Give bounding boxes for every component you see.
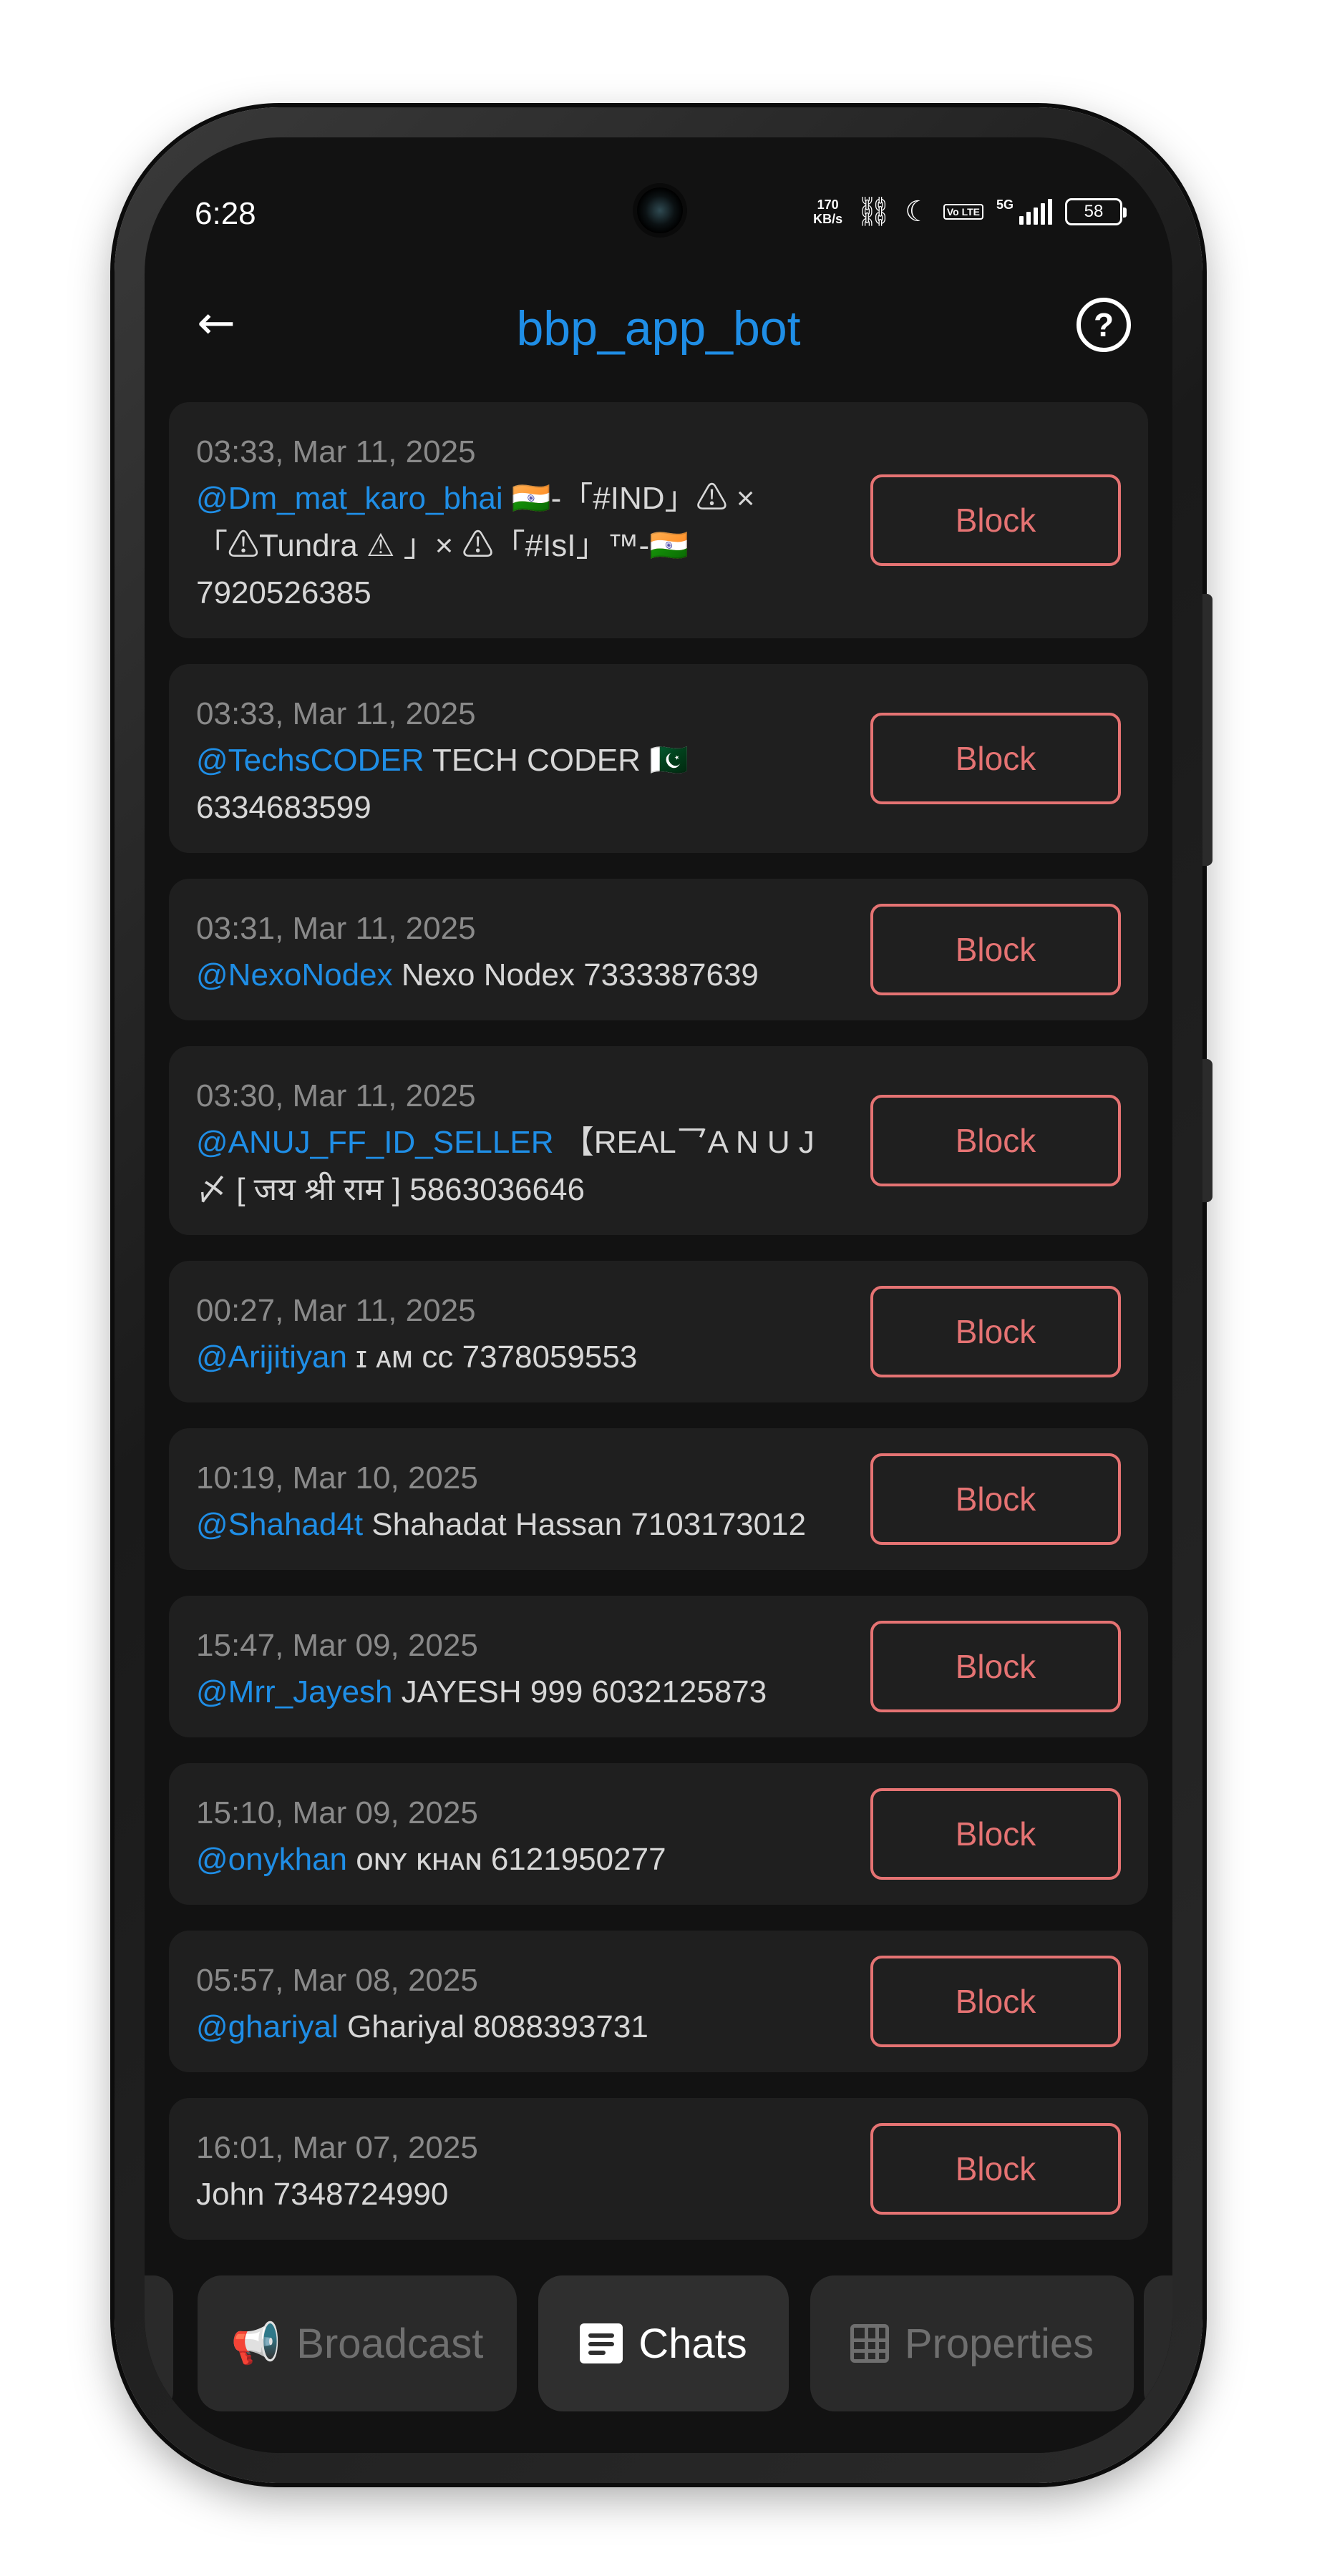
chat-info: @Mrr_Jayesh JAYESH 999 6032125873 (196, 1669, 833, 1716)
chat-user-id: 7378059553 (462, 1340, 638, 1375)
screen: 6:28 170 KB/s ⛓ ☾ Vo LTE 5G 58 ← bbp_app (145, 137, 1172, 2453)
link-icon: ⛓ (855, 195, 892, 228)
chat-time: 03:31, Mar 11, 2025 (196, 911, 476, 946)
nav-chats[interactable]: Chats (538, 2275, 789, 2411)
chat-username[interactable]: @Dm_mat_karo_bhai (196, 481, 503, 516)
chat-display-name: John (196, 2177, 265, 2212)
chat-card: 03:31, Mar 11, 2025 @NexoNodex Nexo Node… (169, 879, 1148, 1020)
app-header: ← bbp_app_bot ? (145, 273, 1172, 374)
chat-list[interactable]: 03:33, Mar 11, 2025 @Dm_mat_karo_bhai 🇮🇳… (169, 402, 1148, 2284)
chat-time: 16:01, Mar 07, 2025 (196, 2130, 478, 2165)
phone-frame: 6:28 170 KB/s ⛓ ☾ Vo LTE 5G 58 ← bbp_app (115, 107, 1212, 2483)
chat-display-name: TECH CODER 🇵🇰 (432, 743, 689, 778)
chat-time: 03:33, Mar 11, 2025 (196, 696, 476, 731)
chat-username[interactable]: @NexoNodex (196, 957, 393, 992)
chat-username[interactable]: @TechsCODER (196, 743, 424, 778)
chat-card: 15:10, Mar 09, 2025 @onykhan ᴏɴʏ ᴋʜᴀɴ 61… (169, 1763, 1148, 1905)
chat-user-id: 8088393731 (473, 2009, 648, 2044)
chat-username[interactable]: @ANUJ_FF_ID_SELLER (196, 1125, 554, 1160)
block-button[interactable]: Block (870, 904, 1121, 995)
chat-info: John 7348724990 (196, 2171, 833, 2218)
block-button[interactable]: Block (870, 1956, 1121, 2047)
status-icons: 170 KB/s ⛓ ☾ Vo LTE 5G 58 (813, 195, 1127, 228)
chat-user-id: 7348724990 (273, 2177, 449, 2212)
chat-username[interactable]: @onykhan (196, 1842, 347, 1877)
chat-user-id: 7920526385 (196, 575, 371, 610)
nav-overflow-left[interactable] (145, 2275, 173, 2411)
nav-properties-label: Properties (904, 2320, 1094, 2367)
volume-button (1202, 594, 1212, 866)
chat-display-name: ɪ ᴀᴍ ᴄᴄ (356, 1340, 454, 1375)
network-speed: 170 KB/s (813, 197, 843, 226)
chat-info: @onykhan ᴏɴʏ ᴋʜᴀɴ 6121950277 (196, 1836, 833, 1883)
nav-overflow-right[interactable] (1144, 2275, 1172, 2411)
status-bar: 6:28 170 KB/s ⛓ ☾ Vo LTE 5G 58 (145, 137, 1172, 273)
nav-broadcast-label: Broadcast (296, 2320, 484, 2367)
block-button[interactable]: Block (870, 1788, 1121, 1880)
megaphone-icon: 📢 (230, 2321, 281, 2366)
chat-username[interactable]: @ghariyal (196, 2009, 339, 2044)
nav-properties[interactable]: Properties (810, 2275, 1134, 2411)
chat-display-name: JAYESH 999 (401, 1674, 583, 1709)
grid-icon (850, 2324, 889, 2363)
chat-info: @TechsCODER TECH CODER 🇵🇰 6334683599 (196, 737, 833, 831)
chat-username[interactable]: @Mrr_Jayesh (196, 1674, 393, 1709)
chat-time: 15:47, Mar 09, 2025 (196, 1628, 478, 1663)
chat-user-id: 7333387639 (583, 957, 759, 992)
nav-broadcast[interactable]: 📢 Broadcast (198, 2275, 517, 2411)
block-button[interactable]: Block (870, 474, 1121, 566)
block-button[interactable]: Block (870, 713, 1121, 804)
chat-user-id: 6334683599 (196, 790, 371, 825)
status-time: 6:28 (195, 196, 256, 231)
help-circle-icon: ? (1093, 306, 1114, 343)
chat-time: 05:57, Mar 08, 2025 (196, 1963, 478, 1998)
chat-info: @ghariyal Ghariyal 8088393731 (196, 2004, 833, 2051)
help-button[interactable]: ? (1077, 298, 1131, 352)
chat-display-name: Shahadat Hassan (371, 1507, 623, 1542)
chat-username[interactable]: @Shahad4t (196, 1507, 363, 1542)
block-button[interactable]: Block (870, 1095, 1121, 1186)
block-button[interactable]: Block (870, 1453, 1121, 1545)
block-button[interactable]: Block (870, 1286, 1121, 1377)
nav-chats-label: Chats (638, 2320, 747, 2367)
moon-icon: ☾ (904, 195, 930, 228)
chat-info: @Dm_mat_karo_bhai 🇮🇳-「#IND」⚠ ×「⚠Tundra ⚠… (196, 475, 833, 617)
chat-time: 03:33, Mar 11, 2025 (196, 434, 476, 469)
volte-badge: Vo LTE (943, 204, 983, 220)
chat-info: @Arijitiyan ɪ ᴀᴍ ᴄᴄ 7378059553 (196, 1334, 833, 1381)
chat-user-id: 7103173012 (631, 1507, 807, 1542)
bottom-nav: 📢 Broadcast Chats Properties (145, 2255, 1172, 2453)
chat-card: 05:57, Mar 08, 2025 @ghariyal Ghariyal 8… (169, 1931, 1148, 2072)
chat-card: 10:19, Mar 10, 2025 @Shahad4t Shahadat H… (169, 1428, 1148, 1570)
chat-display-name: ᴏɴʏ ᴋʜᴀɴ (356, 1842, 482, 1877)
chat-card: 03:33, Mar 11, 2025 @Dm_mat_karo_bhai 🇮🇳… (169, 402, 1148, 638)
chat-card: 03:30, Mar 11, 2025 @ANUJ_FF_ID_SELLER 【… (169, 1046, 1148, 1235)
block-button[interactable]: Block (870, 1621, 1121, 1712)
signal-icon (1019, 199, 1052, 225)
chat-card: 03:33, Mar 11, 2025 @TechsCODER TECH COD… (169, 664, 1148, 853)
chat-user-id: 6032125873 (591, 1674, 767, 1709)
chat-card: 16:01, Mar 07, 2025 John 7348724990 Bloc… (169, 2098, 1148, 2240)
chat-display-name: Ghariyal (347, 2009, 465, 2044)
chat-time: 15:10, Mar 09, 2025 (196, 1795, 478, 1830)
chat-icon (580, 2323, 623, 2363)
chat-info: @NexoNodex Nexo Nodex 7333387639 (196, 952, 833, 999)
chat-card: 00:27, Mar 11, 2025 @Arijitiyan ɪ ᴀᴍ ᴄᴄ … (169, 1261, 1148, 1402)
battery-icon: 58 (1065, 198, 1127, 225)
chat-info: @ANUJ_FF_ID_SELLER 【REAL乛A N U J〆 [ जय श… (196, 1119, 833, 1214)
chat-display-name: Nexo Nodex (401, 957, 575, 992)
page-title: bbp_app_bot (516, 301, 801, 356)
chat-time: 00:27, Mar 11, 2025 (196, 1293, 476, 1328)
block-button[interactable]: Block (870, 2123, 1121, 2215)
chat-user-id: 6121950277 (490, 1842, 666, 1877)
chat-username[interactable]: @Arijitiyan (196, 1340, 347, 1375)
chat-user-id: 5863036646 (409, 1172, 585, 1207)
network-type: 5G (996, 197, 1014, 212)
chat-info: @Shahad4t Shahadat Hassan 7103173012 (196, 1501, 833, 1548)
chat-card: 15:47, Mar 09, 2025 @Mrr_Jayesh JAYESH 9… (169, 1596, 1148, 1737)
chat-time: 10:19, Mar 10, 2025 (196, 1460, 478, 1496)
chat-time: 03:30, Mar 11, 2025 (196, 1078, 476, 1113)
power-button (1202, 1059, 1212, 1202)
